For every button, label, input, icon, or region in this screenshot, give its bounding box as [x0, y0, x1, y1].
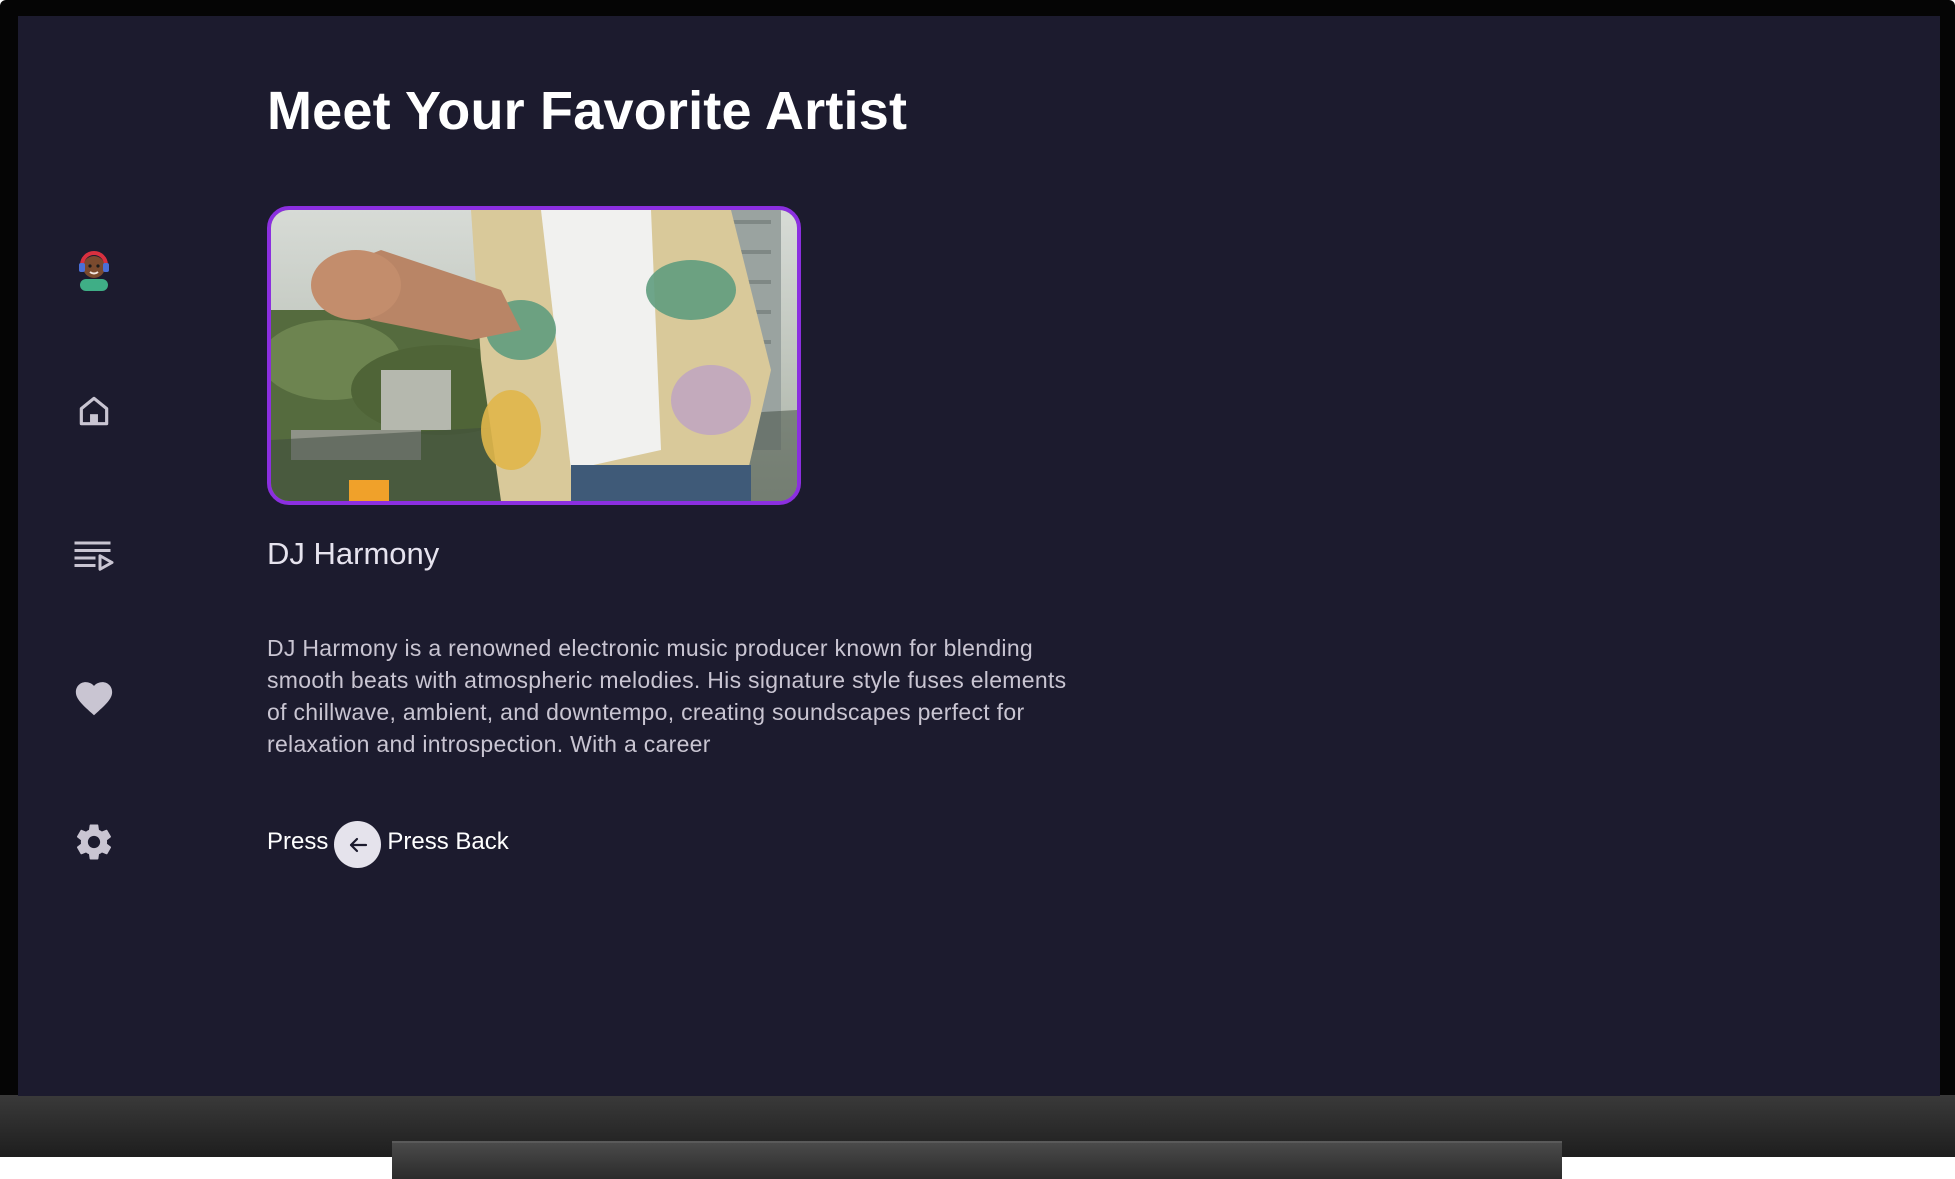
- avatar-icon: [79, 251, 109, 291]
- tv-screen: Meet Your Favorite Artist DJ Harmony DJ …: [18, 16, 1940, 1096]
- tv-stand: [392, 1141, 1562, 1179]
- back-button[interactable]: [334, 821, 382, 868]
- nav-favorites[interactable]: [66, 670, 122, 726]
- artist-name: DJ Harmony: [267, 536, 440, 571]
- back-hint-label: Press Back: [387, 827, 509, 855]
- artist-card[interactable]: [267, 206, 801, 505]
- arrow-left-icon: [349, 837, 367, 852]
- artist-photo: [271, 210, 797, 501]
- artist-bio: DJ Harmony is a renowned electronic musi…: [267, 635, 1067, 757]
- gear-icon: [76, 824, 112, 860]
- nav-playlist[interactable]: [66, 527, 122, 583]
- nav-home[interactable]: [66, 383, 122, 439]
- nav-settings[interactable]: [66, 814, 122, 870]
- back-hint: Press Press Back: [267, 815, 509, 868]
- back-hint-prefix: Press: [267, 827, 329, 855]
- playlist-play-icon: [74, 541, 114, 571]
- profile-avatar[interactable]: [66, 240, 122, 296]
- page-title: Meet Your Favorite Artist: [267, 81, 908, 141]
- home-icon: [79, 396, 109, 426]
- heart-icon: [75, 682, 113, 716]
